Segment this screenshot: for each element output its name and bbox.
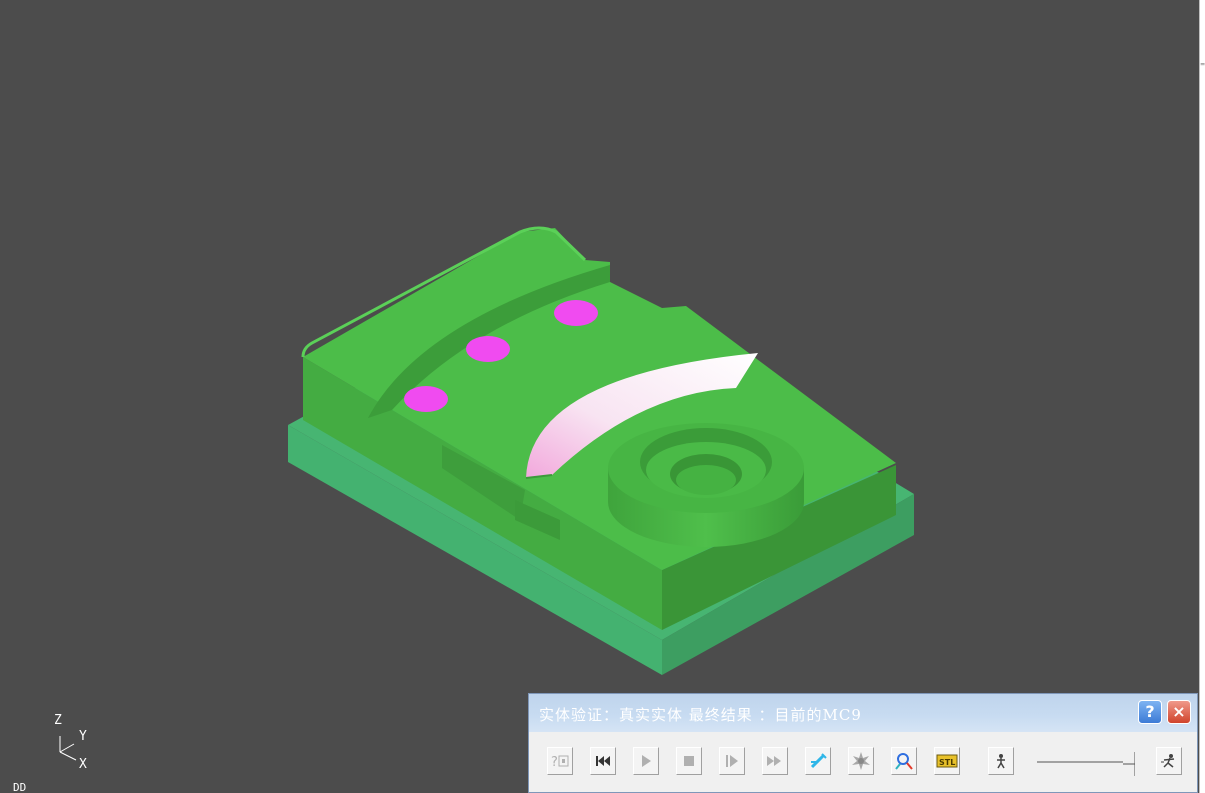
stop-icon xyxy=(684,756,694,766)
units-label: DD xyxy=(13,781,27,793)
speed-slider-track xyxy=(1037,752,1136,776)
axis-y-label: Y xyxy=(79,729,87,744)
window-edge xyxy=(1199,0,1205,793)
edge-marker-icon: ⁼ xyxy=(1199,59,1205,73)
collision-button[interactable] xyxy=(848,747,874,775)
help-button[interactable]: ? xyxy=(1138,700,1162,724)
play-button[interactable] xyxy=(633,747,659,775)
rewind-icon xyxy=(596,756,610,766)
axis-x-label: X xyxy=(79,757,87,772)
axis-triad-icon xyxy=(59,736,77,761)
stl-label: STL xyxy=(939,758,955,767)
axis-z-label: Z xyxy=(54,713,62,728)
solid-verification-viewport[interactable]: Z Y X DD xyxy=(0,0,1199,793)
fast-forward-icon xyxy=(767,756,781,766)
fast-forward-button[interactable] xyxy=(762,747,788,775)
step-forward-icon xyxy=(726,755,738,767)
rewind-button[interactable] xyxy=(590,747,616,775)
speed-slider[interactable] xyxy=(1035,752,1136,776)
fast-speed-button[interactable] xyxy=(1156,747,1182,775)
collision-icon xyxy=(852,752,870,770)
tool-icon xyxy=(810,753,827,769)
slow-speed-button[interactable] xyxy=(988,747,1014,775)
machined-part-model[interactable] xyxy=(0,0,1199,793)
solid-verification-dialog: 实体验证：真实实体 最终结果 ：目前的MC9 ? × ? STL xyxy=(528,693,1198,793)
walk-icon xyxy=(997,754,1005,769)
stop-button[interactable] xyxy=(676,747,702,775)
axis-triad: Z Y X xyxy=(44,708,104,778)
verify-tool-button[interactable] xyxy=(805,747,831,775)
close-button[interactable]: × xyxy=(1167,700,1191,724)
dialog-titlebar[interactable]: 实体验证：真实实体 最终结果 ：目前的MC9 ? × xyxy=(529,694,1197,732)
play-icon xyxy=(642,755,651,767)
run-icon xyxy=(1161,754,1175,768)
help-context-icon: ? xyxy=(551,755,569,769)
zoom-icon xyxy=(895,753,913,770)
stl-icon: STL xyxy=(936,754,958,768)
svg-text:?: ? xyxy=(551,755,558,769)
stl-export-button[interactable]: STL xyxy=(934,747,960,775)
dialog-title: 实体验证：真实实体 最终结果 ：目前的MC9 xyxy=(539,706,862,724)
zoom-button[interactable] xyxy=(891,747,917,775)
step-forward-button[interactable] xyxy=(719,747,745,775)
help-context-button[interactable]: ? xyxy=(547,747,573,775)
